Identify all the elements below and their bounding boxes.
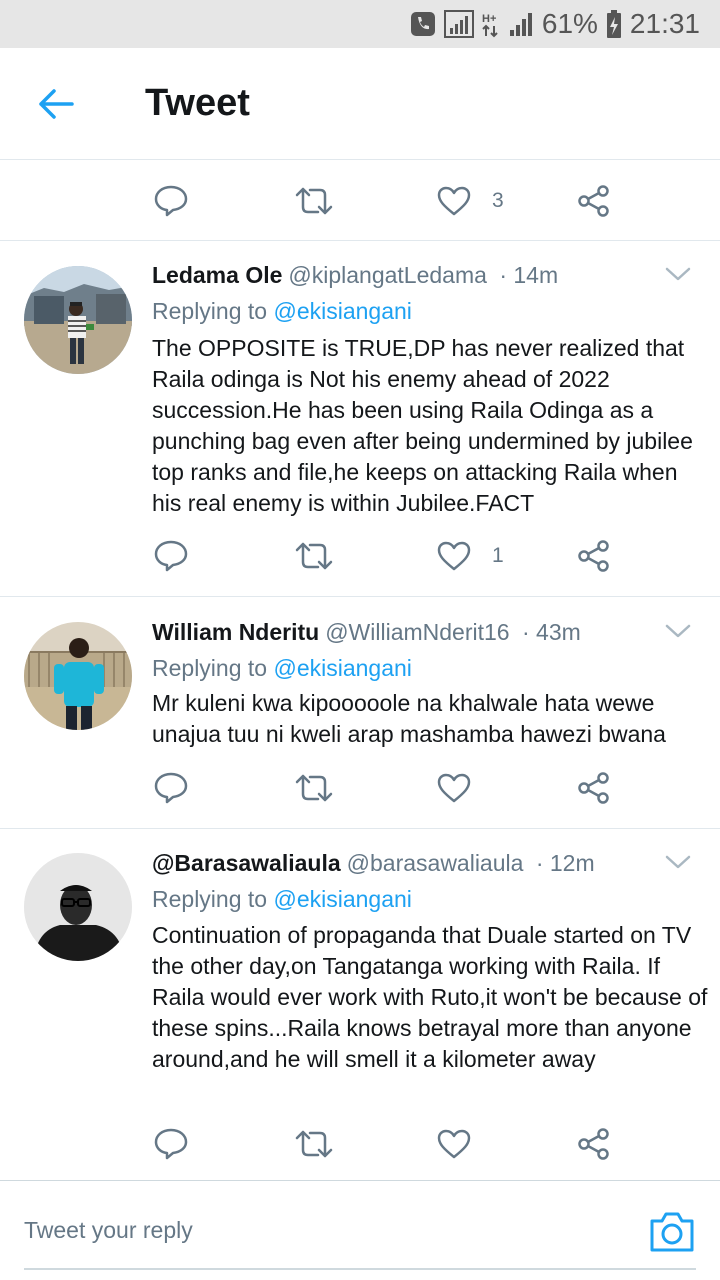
reply-icon	[154, 540, 188, 572]
reply-button[interactable]	[153, 1122, 189, 1166]
replying-label: Replying to	[152, 655, 268, 681]
tweet-actions: 3	[0, 169, 720, 233]
heart-icon	[437, 773, 471, 803]
tweet-time: · 12m	[535, 850, 595, 876]
tweet[interactable]: @Barasawaliaula @barasawaliaula · 12m Rep…	[0, 846, 720, 1176]
svg-text:H+: H+	[482, 13, 496, 25]
app-bar: Tweet	[0, 48, 720, 160]
divider	[0, 240, 720, 241]
reply-input[interactable]: Tweet your reply	[24, 1217, 193, 1244]
tweet-actions	[0, 756, 720, 820]
mention-link[interactable]: @ekisiangani	[273, 655, 411, 681]
profile-photo	[24, 622, 132, 730]
like-button[interactable]	[436, 1122, 492, 1166]
retweet-icon	[295, 1130, 333, 1158]
share-icon	[578, 772, 609, 804]
clock: 21:31	[629, 8, 700, 39]
tweet[interactable]: Ledama Ole @kiplangatLedama · 14m Replyin…	[0, 258, 720, 584]
profile-photo	[24, 853, 132, 961]
data-hplus-icon: H+	[482, 13, 498, 38]
replying-to: Replying to @ekisiangani	[152, 651, 412, 685]
replying-to: Replying to @ekisiangani	[152, 882, 412, 916]
signal-icon	[443, 10, 474, 38]
heart-icon	[437, 186, 471, 216]
author-handle: @WilliamNderit16	[325, 619, 510, 645]
chevron-down-icon[interactable]	[664, 621, 692, 641]
camera-button[interactable]	[648, 1209, 696, 1255]
page-title: Tweet	[145, 82, 250, 124]
divider	[0, 828, 720, 829]
tweet-actions	[0, 1112, 720, 1176]
reply-icon	[154, 185, 188, 217]
input-underline	[24, 1268, 696, 1270]
tweet-time: · 43m	[521, 619, 581, 645]
reply-button[interactable]	[153, 179, 189, 223]
retweet-button[interactable]	[294, 534, 334, 578]
author-name[interactable]: Ledama Ole	[152, 262, 282, 288]
reply-icon	[154, 772, 188, 804]
reply-icon	[154, 1128, 188, 1160]
share-button[interactable]	[576, 179, 612, 223]
avatar[interactable]	[24, 266, 132, 374]
tweet-time: · 14m	[499, 262, 559, 288]
reply-button[interactable]	[153, 766, 189, 810]
retweet-button[interactable]	[294, 1122, 334, 1166]
battery-percent: 61%	[541, 8, 598, 39]
retweet-button[interactable]	[294, 766, 334, 810]
like-button[interactable]	[436, 766, 492, 810]
tweet-text: Continuation of propaganda that Duale st…	[152, 922, 708, 1072]
tweet-header: @Barasawaliaula @barasawaliaula · 12m	[152, 846, 660, 880]
phone-icon	[410, 12, 435, 36]
battery-charging-icon	[606, 10, 621, 38]
replying-label: Replying to	[152, 886, 268, 912]
share-button[interactable]	[576, 1122, 612, 1166]
profile-photo	[24, 266, 132, 374]
retweet-button[interactable]	[294, 179, 334, 223]
retweet-icon	[295, 542, 333, 570]
tweet-header: William Nderitu @WilliamNderit16 · 43m	[152, 615, 660, 649]
share-button[interactable]	[576, 766, 612, 810]
share-icon	[578, 1128, 609, 1160]
camera-icon	[650, 1212, 694, 1252]
reply-button[interactable]	[153, 534, 189, 578]
back-arrow-icon	[39, 89, 74, 119]
tweet[interactable]: William Nderitu @WilliamNderit16 · 43m Re…	[0, 615, 720, 815]
avatar[interactable]	[24, 853, 132, 961]
chevron-down-icon[interactable]	[664, 852, 692, 872]
chevron-down-icon[interactable]	[664, 264, 692, 284]
replying-label: Replying to	[152, 298, 268, 324]
heart-icon	[437, 541, 471, 571]
divider	[0, 596, 720, 597]
reply-composer: Tweet your reply	[0, 1180, 720, 1280]
tweet-text: Mr kuleni kwa kipooooole na khalwale hat…	[152, 690, 666, 747]
share-icon	[578, 185, 609, 217]
mention-link[interactable]: @ekisiangani	[273, 886, 411, 912]
like-count: 1	[492, 544, 504, 567]
heart-icon	[437, 1129, 471, 1159]
author-handle: @kiplangatLedama	[288, 262, 487, 288]
tweet-text: The OPPOSITE is TRUE,DP has never realiz…	[152, 335, 693, 516]
mention-link[interactable]: @ekisiangani	[273, 298, 411, 324]
retweet-icon	[295, 187, 333, 215]
like-count: 3	[492, 189, 504, 212]
share-button[interactable]	[576, 534, 612, 578]
share-icon	[578, 540, 609, 572]
author-handle: @barasawaliaula	[346, 850, 524, 876]
replying-to: Replying to @ekisiangani	[152, 294, 412, 328]
avatar[interactable]	[24, 622, 132, 730]
like-button[interactable]: 1	[436, 534, 504, 578]
status-bar: H+ 61% 21:31	[0, 0, 720, 48]
back-button[interactable]	[28, 78, 84, 130]
retweet-icon	[295, 774, 333, 802]
signal-strength-icon	[509, 13, 532, 36]
author-name[interactable]: @Barasawaliaula	[152, 850, 341, 876]
tweet-header: Ledama Ole @kiplangatLedama · 14m	[152, 258, 660, 292]
like-button[interactable]: 3	[436, 179, 504, 223]
tweet-actions: 1	[0, 524, 720, 588]
author-name[interactable]: William Nderitu	[152, 619, 319, 645]
